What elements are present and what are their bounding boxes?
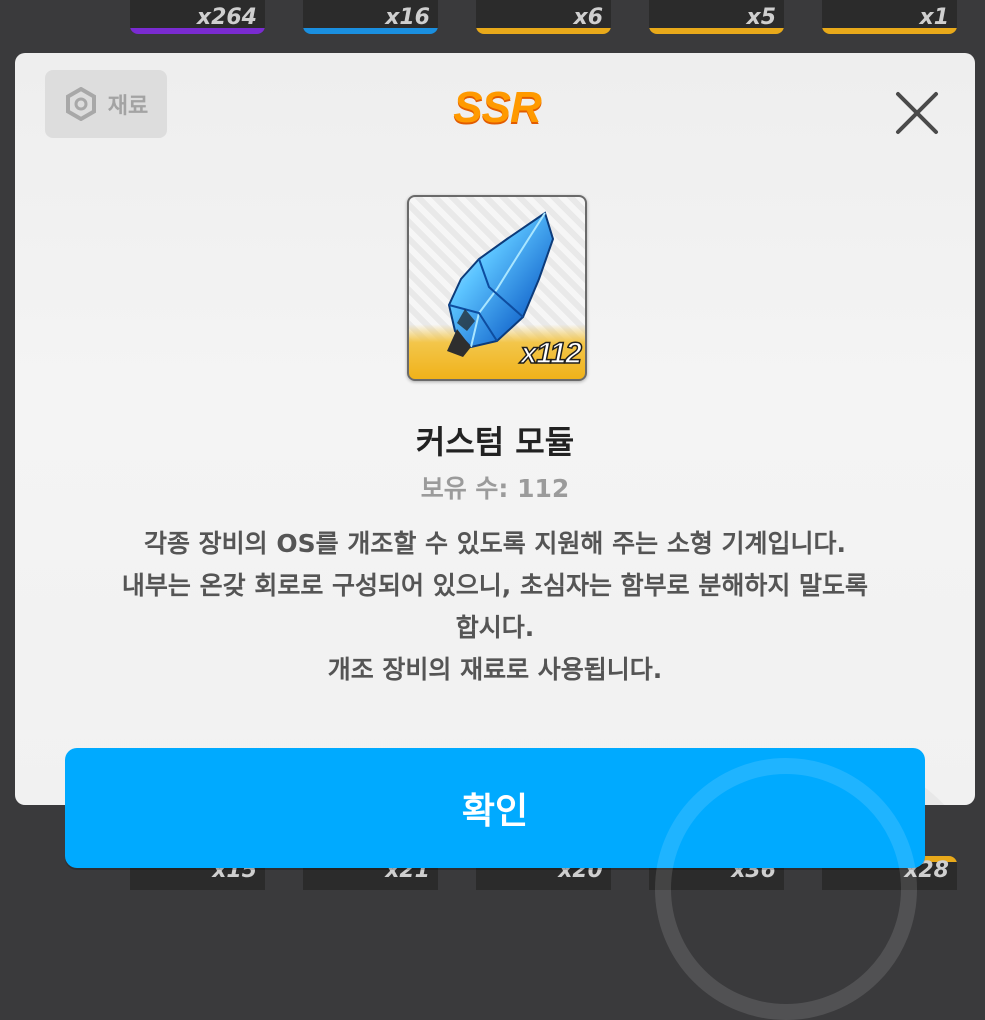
inventory-row-top: x264 x16 x6 x5 x1 xyxy=(0,0,985,40)
button-watermark xyxy=(655,758,917,1020)
slot-count: x264 xyxy=(196,5,257,30)
item-description: 각종 장비의 OS를 개조할 수 있도록 지원해 주는 소형 기계입니다. 내부… xyxy=(55,523,935,691)
inventory-slot[interactable]: x6 xyxy=(476,0,611,34)
rarity-label: SSR xyxy=(453,83,541,132)
close-button[interactable] xyxy=(891,87,943,139)
owned-count: 보유 수: 112 xyxy=(420,474,570,503)
description-line: 내부는 온갖 회로로 구성되어 있으니, 초심자는 함부로 분해하지 말도록 xyxy=(121,571,869,600)
inventory-slot[interactable]: x5 xyxy=(649,0,784,34)
inventory-slot[interactable]: x264 xyxy=(130,0,265,34)
inventory-slot[interactable]: x1 xyxy=(822,0,957,34)
item-quantity-badge: x112 xyxy=(520,336,583,371)
category-label: 재료 xyxy=(107,94,149,119)
description-line: 각종 장비의 OS를 개조할 수 있도록 지원해 주는 소형 기계입니다. xyxy=(143,529,847,558)
confirm-label: 확인 xyxy=(461,791,529,832)
item-detail-dialog: 재료 SSR x112 커스텀 모듈 보유 수: 112 각종 장비의 OS를 … xyxy=(15,53,975,805)
slot-count: x16 xyxy=(385,5,430,30)
hexagon-icon xyxy=(65,87,96,121)
item-name: 커스텀 모듈 xyxy=(415,423,575,461)
category-badge: 재료 xyxy=(45,70,167,138)
confirm-button[interactable]: 확인 xyxy=(65,748,925,1020)
inventory-slot[interactable]: x16 xyxy=(303,0,438,34)
slot-count: x6 xyxy=(573,5,604,30)
description-line: 합시다. xyxy=(455,613,535,642)
slot-count: x5 xyxy=(746,5,777,30)
slot-count: x1 xyxy=(919,5,950,30)
description-line: 개조 장비의 재료로 사용됩니다. xyxy=(327,655,663,684)
close-icon xyxy=(896,92,938,134)
item-icon-frame: x112 xyxy=(407,195,587,381)
